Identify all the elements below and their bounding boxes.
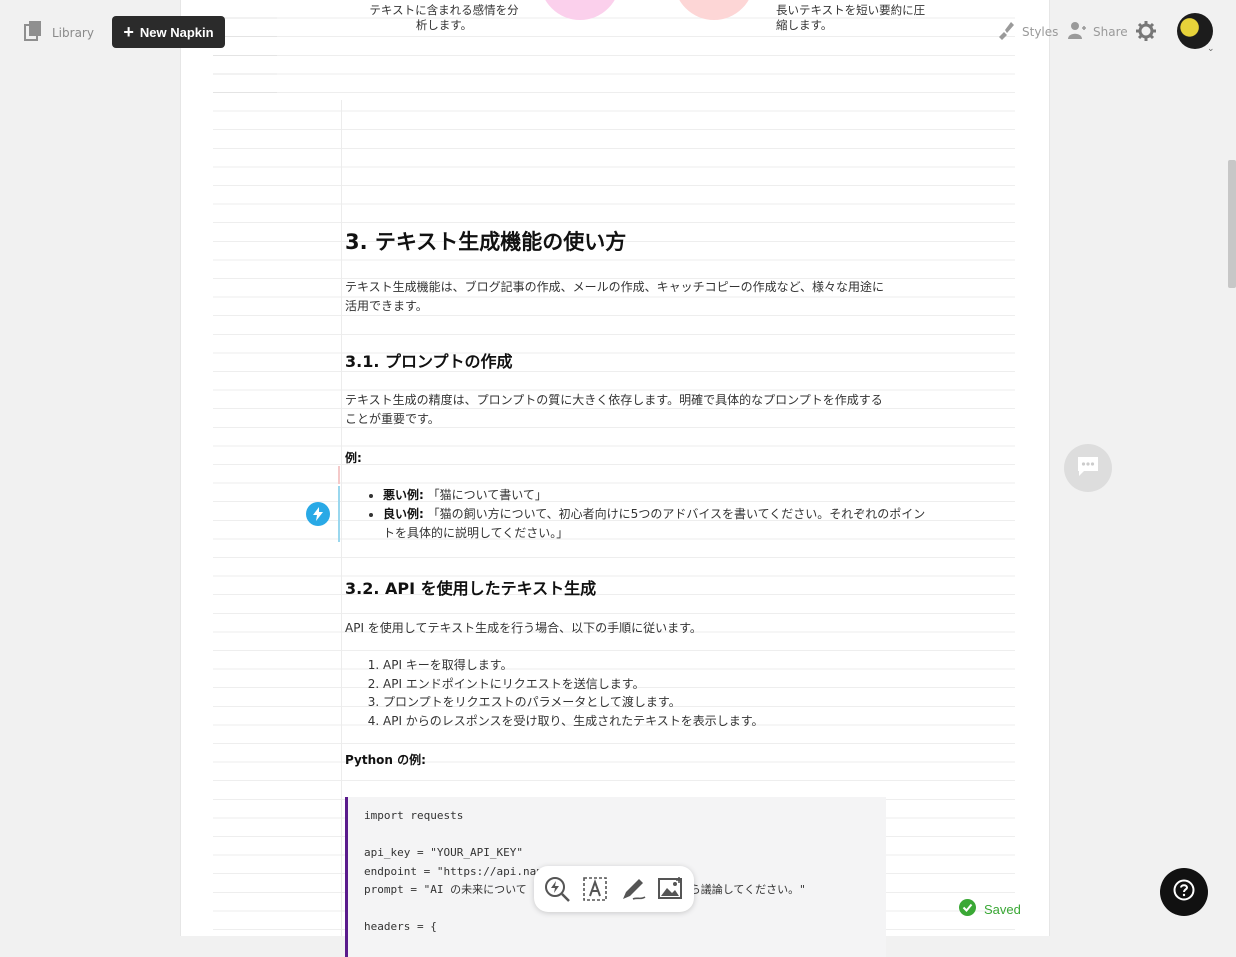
code-line: endpoint = "https://api.napl [364,864,550,878]
help-button[interactable] [1160,868,1208,916]
example-list: 悪い例: 「猫について書いて」 良い例: 「猫の飼い方について、初心者向けに5つ… [345,486,928,543]
example-label: 例: [345,451,362,465]
list-item: 悪い例: 「猫について書いて」 [383,486,928,505]
comment-icon [1076,455,1100,481]
styles-icon [996,20,1016,44]
ruled-lines [213,0,1015,936]
code-line: prompt = "AI の未来について [364,883,527,896]
ruled-lines-left [213,0,277,100]
styles-button[interactable]: Styles [996,20,1058,44]
python-example-label: Python の例: [345,753,426,767]
image-icon[interactable] [655,873,687,905]
chevron-down-icon[interactable]: ⌄ [1207,44,1215,54]
share-button[interactable]: Share [1067,20,1128,44]
section-intro: テキスト生成機能は、ブログ記事の作成、メールの作成、キャッチコピーの作成など、様… [345,280,885,313]
list-item: API エンドポイントにリクエストを送信します。 [383,675,764,694]
styles-label: Styles [1022,25,1059,39]
code-line: headers = { [364,920,437,933]
settings-button[interactable] [1136,21,1156,45]
prompt-paragraph: テキスト生成の精度は、プロンプトの質に大きく依存します。明確で具体的なプロンプト… [345,393,883,426]
scrollbar-thumb[interactable] [1228,160,1236,288]
generate-visual-icon[interactable] [541,873,573,905]
api-paragraph: API を使用してテキスト生成を行う場合、以下の手順に従います。 [345,621,702,635]
check-circle-icon [959,899,976,919]
library-icon [24,20,44,46]
library-button[interactable]: Library [24,20,94,46]
feature-card-text-right: 長いテキストを短い要約に圧 縮します。 [776,3,926,32]
list-item: API キーを取得します。 [383,656,764,675]
list-item: プロンプトをリクエストのパラメータとして渡します。 [383,693,764,712]
help-icon [1173,879,1195,905]
subheading-3-1: 3.1. プロンプトの作成 [345,352,513,371]
block-selection-marker [338,486,340,542]
plus-icon: + [123,22,134,42]
good-example-label: 良い例: [383,507,424,521]
new-napkin-button[interactable]: + New Napkin [112,16,225,48]
floating-toolbar [534,866,694,912]
code-line: import requests [364,809,464,822]
library-label: Library [52,26,94,40]
text-box-icon[interactable] [579,873,611,905]
bolt-icon[interactable] [306,502,330,526]
section-heading-3: 3. テキスト生成機能の使い方 [345,230,627,254]
new-napkin-label: New Napkin [139,24,214,40]
list-item: API からのレスポンスを受け取り、生成されたテキストを表示します。 [383,712,764,731]
saved-label: Saved [984,901,1021,917]
steps-list: API キーを取得します。 API エンドポイントにリクエストを送信します。 プ… [345,656,764,730]
bad-example-text: 「猫について書いて」 [427,488,547,502]
saved-status: Saved [959,899,1021,919]
pen-icon[interactable] [617,873,649,905]
share-icon [1067,20,1087,44]
block-marker [338,466,340,484]
share-label: Share [1093,25,1128,39]
bad-example-label: 悪い例: [383,488,424,502]
good-example-text: 「猫の飼い方について、初心者向けに5つのアドバイスを書いてください。それぞれのポ… [383,507,926,540]
feature-card-text-left: テキストに含まれる感情を分 析します。 [369,3,519,32]
gear-icon [1136,21,1156,45]
margin-line [341,100,342,936]
code-line: api_key = "YOUR_API_KEY" [364,846,523,859]
subheading-3-2: 3.2. API を使用したテキスト生成 [345,579,597,598]
document-canvas [180,0,1050,936]
comment-button[interactable] [1064,444,1112,492]
list-item: 良い例: 「猫の飼い方について、初心者向けに5つのアドバイスを書いてください。そ… [383,505,928,543]
